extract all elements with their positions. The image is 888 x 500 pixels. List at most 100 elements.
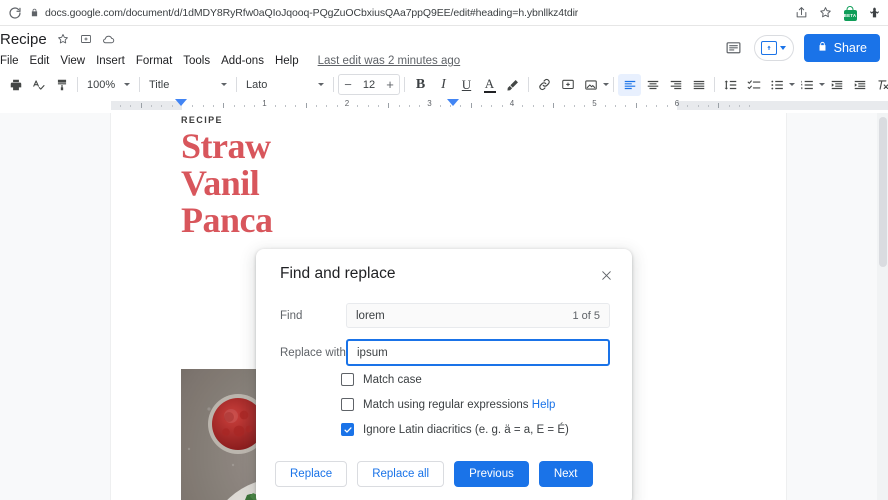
highlight-color-icon[interactable] xyxy=(501,74,524,96)
close-icon[interactable] xyxy=(596,265,616,285)
ruler-tick xyxy=(285,105,287,107)
menu-tools[interactable]: Tools xyxy=(183,55,210,67)
diacritics-row[interactable]: Ignore Latin diacritics (e. g. ä = a, E … xyxy=(341,423,569,436)
replace-button[interactable]: Replace xyxy=(275,461,348,487)
ruler-tick xyxy=(728,105,730,107)
next-button[interactable]: Next xyxy=(538,461,593,487)
menu-format[interactable]: Format xyxy=(136,55,172,67)
numbered-list-icon[interactable] xyxy=(795,74,818,96)
insert-image-icon[interactable] xyxy=(579,74,602,96)
divider xyxy=(714,77,715,92)
regex-help-link[interactable]: Help xyxy=(532,399,556,411)
text-color-letter: A xyxy=(484,75,495,91)
font-size-stepper[interactable]: − 12 + xyxy=(338,74,400,95)
match-case-row[interactable]: Match case xyxy=(341,373,422,386)
menu-help[interactable]: Help xyxy=(275,55,299,67)
chevron-down-icon[interactable] xyxy=(603,83,609,86)
regex-row[interactable]: Match using regular expressions Help xyxy=(341,398,555,411)
right-indent-marker[interactable] xyxy=(447,99,459,106)
star-icon[interactable] xyxy=(56,32,70,46)
ruler-tick xyxy=(274,105,276,107)
font-select[interactable]: Lato xyxy=(241,74,329,95)
replace-input[interactable]: ipsum xyxy=(346,339,610,366)
reload-icon[interactable] xyxy=(6,4,24,22)
document-title[interactable]: Recipe xyxy=(0,31,47,48)
spellcheck-icon[interactable] xyxy=(27,74,50,96)
url-text: docs.google.com/document/d/1dMDY8RyRfw0a… xyxy=(45,6,579,19)
ruler-half-tick xyxy=(635,103,637,108)
vertical-scrollbar[interactable] xyxy=(877,113,888,500)
line-spacing-icon[interactable] xyxy=(719,74,742,96)
text-color-button[interactable]: A xyxy=(478,74,501,96)
divider xyxy=(77,77,78,92)
menu-view[interactable]: View xyxy=(60,55,85,67)
paint-format-icon[interactable] xyxy=(50,74,73,96)
italic-button[interactable]: I xyxy=(432,74,455,96)
ruler-tick xyxy=(749,105,751,107)
present-button[interactable] xyxy=(753,35,794,61)
ruler-tick xyxy=(408,105,410,107)
comment-history-icon[interactable] xyxy=(724,38,744,58)
bulleted-list-icon[interactable] xyxy=(765,74,788,96)
profile-icon[interactable] xyxy=(867,5,882,20)
menu-bar: File Edit View Insert Format Tools Add-o… xyxy=(0,51,460,71)
zoom-select[interactable]: 100% xyxy=(82,74,135,95)
share-icon[interactable] xyxy=(794,5,809,20)
ruler-tick xyxy=(522,105,524,107)
decrease-indent-icon[interactable] xyxy=(825,74,848,96)
replace-all-button[interactable]: Replace all xyxy=(357,461,445,487)
dialog-title: Find and replace xyxy=(280,265,396,282)
ruler-tick xyxy=(398,105,400,107)
ruler-half-tick xyxy=(140,103,142,108)
font-size-increase[interactable]: + xyxy=(381,75,399,94)
share-button-label: Share xyxy=(833,41,867,55)
paragraph-style-value: Title xyxy=(149,78,170,91)
divider xyxy=(139,77,140,92)
add-comment-icon[interactable] xyxy=(556,74,579,96)
cloud-saved-icon[interactable] xyxy=(102,32,116,46)
doc-heading: Straw Vanil Panca xyxy=(181,127,741,239)
star-icon[interactable] xyxy=(818,5,833,20)
font-size-decrease[interactable]: − xyxy=(339,75,357,94)
clear-formatting-icon[interactable] xyxy=(871,74,888,96)
match-case-checkbox[interactable] xyxy=(341,373,354,386)
scrollbar-thumb[interactable] xyxy=(879,117,887,267)
font-size-value[interactable]: 12 xyxy=(357,79,381,91)
last-edit-link[interactable]: Last edit was 2 minutes ago xyxy=(318,55,461,67)
previous-button[interactable]: Previous xyxy=(454,461,529,487)
menu-file[interactable]: File xyxy=(0,55,19,67)
menu-insert[interactable]: Insert xyxy=(96,55,125,67)
insert-link-icon[interactable] xyxy=(533,74,556,96)
menu-addons[interactable]: Add-ons xyxy=(221,55,264,67)
checklist-icon[interactable] xyxy=(742,74,765,96)
replace-label: Replace with xyxy=(280,346,346,359)
chevron-down-icon[interactable] xyxy=(779,46,786,50)
font-value: Lato xyxy=(246,78,268,91)
ruler: 1 2 3 4 5 6 xyxy=(0,98,888,113)
address-bar[interactable]: docs.google.com/document/d/1dMDY8RyRfw0a… xyxy=(30,3,786,23)
increase-indent-icon[interactable] xyxy=(848,74,871,96)
find-input[interactable]: lorem 1 of 5 xyxy=(346,303,610,328)
extension-beta-icon[interactable]: BETA xyxy=(842,5,858,21)
align-right-button[interactable] xyxy=(664,74,687,96)
divider xyxy=(613,77,614,92)
regex-checkbox[interactable] xyxy=(341,398,354,411)
paragraph-style-select[interactable]: Title xyxy=(144,74,232,95)
move-to-folder-icon[interactable] xyxy=(79,32,93,46)
align-justify-button[interactable] xyxy=(687,74,710,96)
bold-button[interactable]: B xyxy=(409,74,432,96)
docs-header: Recipe File Edit View Insert Format Tool… xyxy=(0,26,888,72)
diacritics-checkbox[interactable] xyxy=(341,423,354,436)
ruler-track[interactable]: 1 2 3 4 5 6 xyxy=(111,98,888,113)
align-left-button[interactable] xyxy=(618,73,641,96)
align-center-button[interactable] xyxy=(641,74,664,96)
share-button[interactable]: Share xyxy=(803,34,880,62)
underline-button[interactable]: U xyxy=(455,74,478,96)
ruler-tick xyxy=(171,105,173,107)
left-indent-marker[interactable] xyxy=(175,99,187,106)
menu-edit[interactable]: Edit xyxy=(30,55,50,67)
ruler-tick xyxy=(460,105,462,107)
print-icon[interactable] xyxy=(4,74,27,96)
ruler-number: 6 xyxy=(674,99,680,108)
ruler-tick xyxy=(130,105,132,107)
